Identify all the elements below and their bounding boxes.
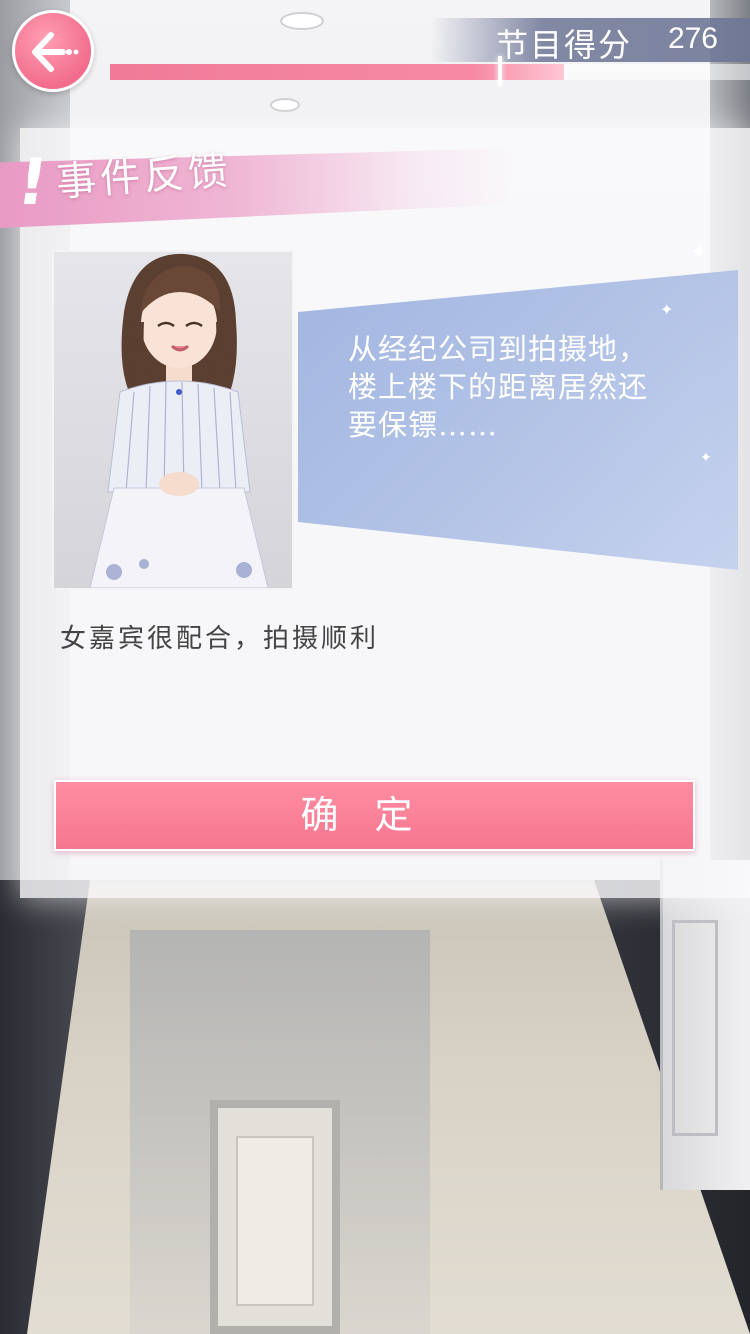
sparkle-icon: ✦ [660, 300, 674, 319]
score-progress-track [110, 56, 750, 86]
score-progress-fill [110, 64, 564, 80]
score-progress-marker [498, 56, 502, 86]
wall-painting [210, 1100, 340, 1334]
score-value: 276 [667, 22, 718, 55]
ceiling-lamp [270, 98, 300, 112]
arrow-left-icon [32, 32, 79, 72]
confirm-button[interactable]: 确定 [54, 780, 695, 851]
speech-line: 从经纪公司到拍摄地， [348, 332, 649, 366]
event-result-text: 女嘉宾很配合，拍摄顺利 [60, 624, 380, 654]
character-illustration [89, 253, 269, 588]
speech-text: 从经纪公司到拍摄地， 楼上楼下的距离居然还 要保镖…… [348, 330, 668, 444]
score-bar: 节目得分 276 [110, 18, 750, 88]
panel-title: 事件反馈 [54, 147, 234, 206]
score-label: 节目得分 [495, 26, 632, 64]
back-button[interactable] [12, 10, 94, 92]
speech-line: 要保镖…… [348, 408, 499, 442]
cabinet-door [672, 920, 718, 1136]
sparkle-icon: ✦ [690, 240, 709, 265]
character-portrait [52, 250, 294, 590]
speech-line: 楼上楼下的距离居然还 [348, 370, 649, 404]
sparkle-icon: ✦ [700, 450, 712, 466]
